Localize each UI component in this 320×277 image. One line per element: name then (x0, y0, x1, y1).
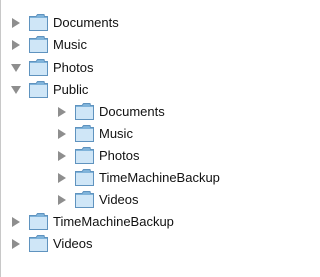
tree-row-label: Documents (53, 15, 119, 30)
folder-icon (29, 235, 48, 252)
tree-row-documents[interactable]: Documents (1, 12, 243, 34)
tree-row-public[interactable]: Public (1, 79, 243, 101)
folder-icon (75, 169, 94, 186)
folder-icon (75, 191, 94, 208)
disclosure-triangle-collapsed-icon[interactable] (57, 195, 67, 205)
disclosure-triangle-collapsed-icon[interactable] (11, 18, 21, 28)
tree-row-label: Photos (53, 60, 94, 75)
folder-icon (75, 125, 94, 142)
tree-row-label: Videos (53, 236, 93, 251)
disclosure-triangle-collapsed-icon[interactable] (57, 151, 67, 161)
tree-row-public-photos[interactable]: Photos (1, 145, 243, 167)
tree-row-public-documents[interactable]: Documents (1, 101, 243, 123)
folder-icon (29, 14, 48, 31)
disclosure-triangle-collapsed-icon[interactable] (11, 40, 21, 50)
tree-row-public-timemachinebackup[interactable]: TimeMachineBackup (1, 167, 243, 189)
tree-row-label: TimeMachineBackup (53, 214, 174, 229)
tree-row-label: Videos (99, 192, 139, 207)
tree-row-label: Music (53, 37, 87, 52)
folder-icon (29, 59, 48, 76)
folder-icon (29, 81, 48, 98)
disclosure-triangle-collapsed-icon[interactable] (57, 173, 67, 183)
disclosure-triangle-collapsed-icon[interactable] (57, 107, 67, 117)
folder-icon (75, 147, 94, 164)
tree-row-label: TimeMachineBackup (99, 170, 220, 185)
disclosure-triangle-collapsed-icon[interactable] (11, 217, 21, 227)
tree-row-public-music[interactable]: Music (1, 123, 243, 145)
tree-row-label: Documents (99, 104, 165, 119)
tree-row-photos[interactable]: Photos (1, 57, 243, 79)
tree-row-label: Photos (99, 148, 140, 163)
disclosure-triangle-expanded-icon[interactable] (11, 85, 21, 95)
tree-row-public-videos[interactable]: Videos (1, 189, 243, 211)
tree-row-label: Music (99, 126, 133, 141)
folder-tree: Documents Music Photos Public Documents … (0, 0, 243, 277)
tree-row-label: Public (53, 82, 89, 97)
tree-row-music[interactable]: Music (1, 34, 243, 56)
disclosure-triangle-expanded-icon[interactable] (11, 63, 21, 73)
tree-row-timemachinebackup[interactable]: TimeMachineBackup (1, 211, 243, 233)
disclosure-triangle-collapsed-icon[interactable] (57, 129, 67, 139)
disclosure-triangle-collapsed-icon[interactable] (11, 239, 21, 249)
folder-icon (75, 103, 94, 120)
tree-row-videos[interactable]: Videos (1, 233, 243, 255)
folder-icon (29, 213, 48, 230)
folder-icon (29, 36, 48, 53)
